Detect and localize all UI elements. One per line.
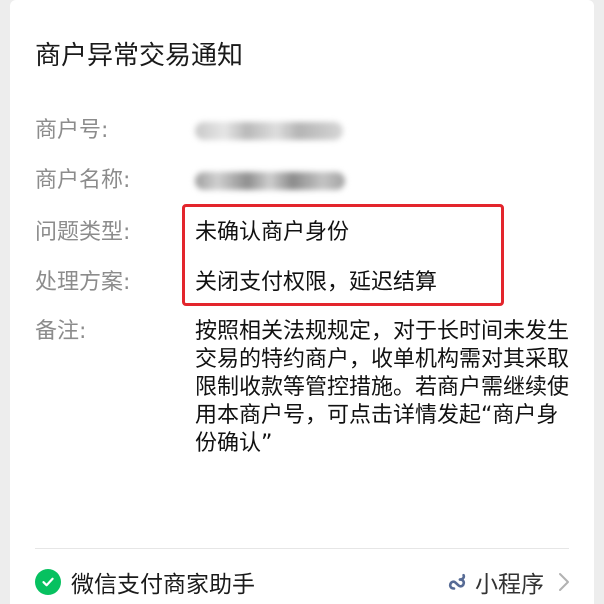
highlight-box [182,204,504,306]
source-account[interactable]: 微信支付商家助手 [35,566,255,598]
merchant-name-value-redacted [195,172,345,190]
merchant-name-label: 商户名称: [35,168,131,193]
wechat-pay-icon [35,569,61,595]
notification-card[interactable]: 商户异常交易通知 商户号: 商户名称: 问题类型: 未确认商户身份 处理方案: … [10,0,594,604]
divider [35,548,569,549]
solution-label: 处理方案: [35,270,131,295]
remark-value: 按照相关法规规定，对于长时间未发生交易的特约商户，收单机构需对其采取限制收款等管… [195,319,570,456]
mini-program-label: 小程序 [475,572,544,598]
chevron-right-icon [559,573,569,591]
source-account-name: 微信支付商家助手 [71,572,255,598]
issue-type-label: 问题类型: [35,220,131,245]
mini-program-link[interactable]: 小程序 [445,566,570,598]
card-title: 商户异常交易通知 [35,41,244,71]
mini-program-icon [448,573,466,590]
merchant-no-value-redacted [195,122,343,140]
merchant-no-label: 商户号: [35,118,109,143]
remark-label: 备注: [35,319,87,344]
